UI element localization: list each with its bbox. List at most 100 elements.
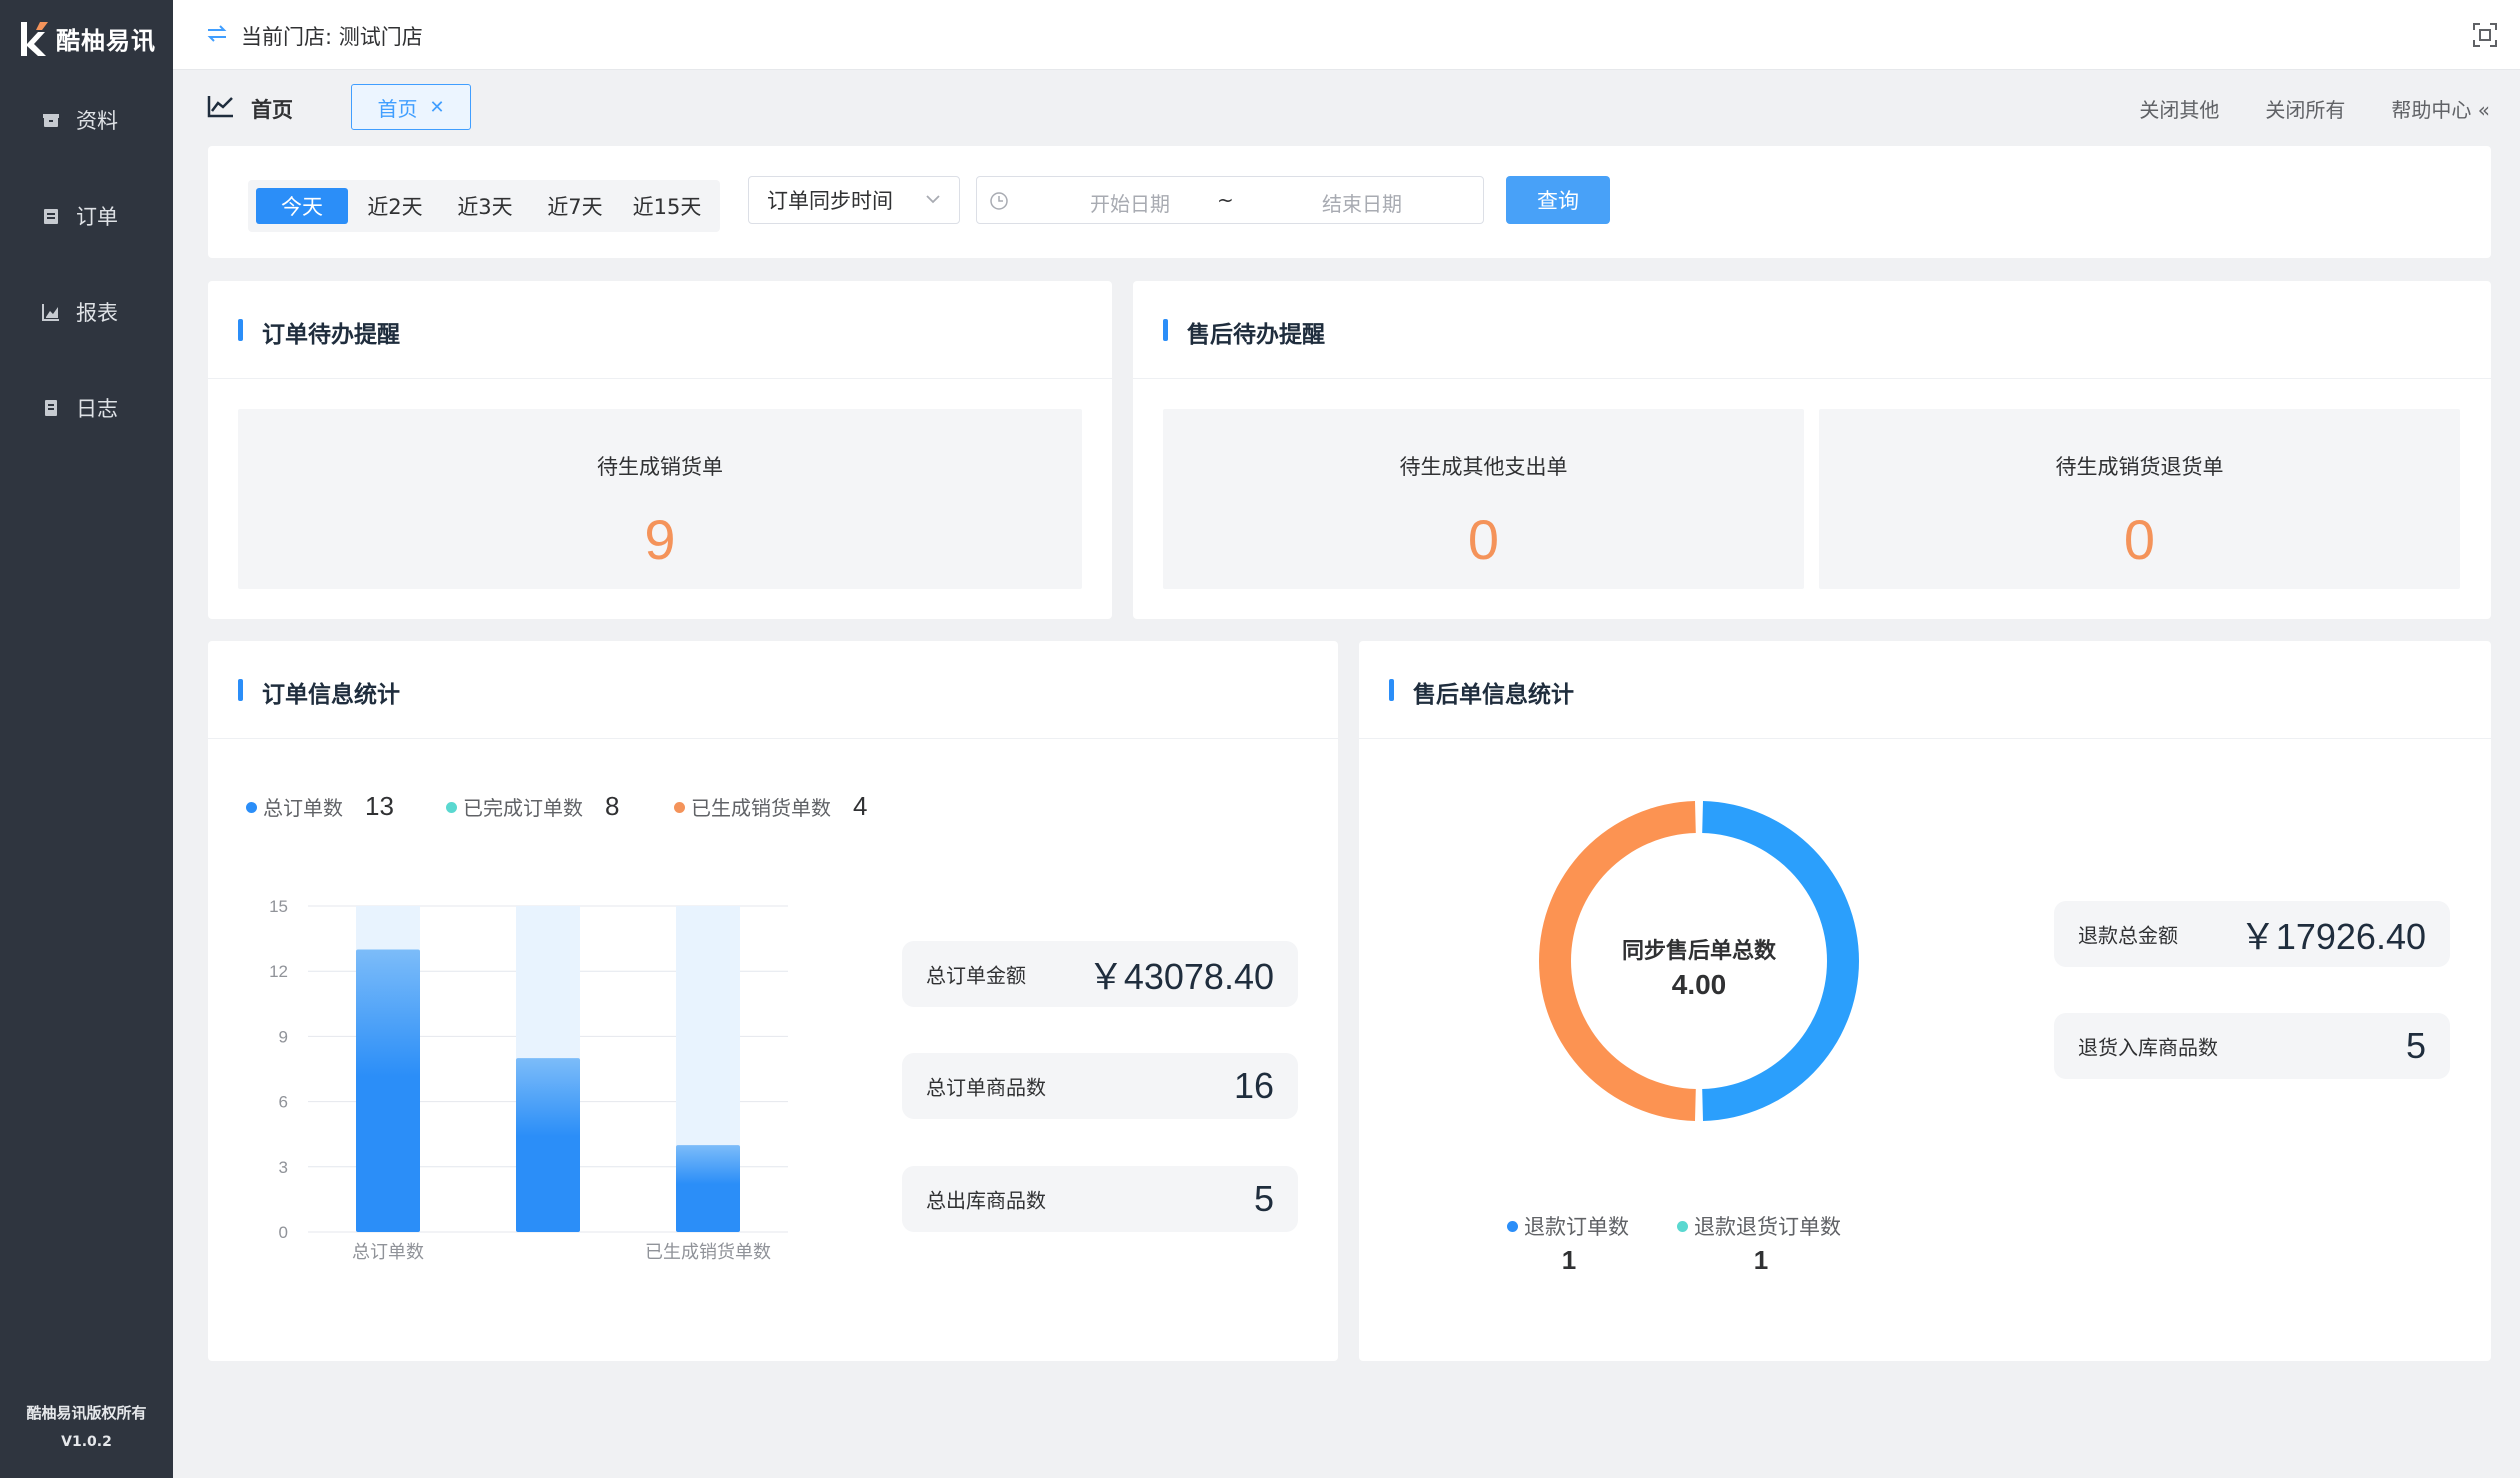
- y-tick-label: 12: [269, 962, 288, 981]
- legend-value: 1: [1753, 1245, 1769, 1275]
- pill-label: 总订单商品数: [926, 1075, 1046, 1100]
- topbar: 当前门店: 测试门店: [173, 0, 2520, 70]
- range-separator: ~: [1217, 188, 1234, 212]
- aftersale-stats-card: 售后单信息统计 同步售后单总数 4.00 退款订单数 1 退款退货订单数 1 退…: [1359, 641, 2491, 1361]
- tab-actions: 关闭其他 关闭所有 帮助中心 «: [2139, 94, 2490, 123]
- sidebar-item-resources[interactable]: 资料: [0, 90, 173, 150]
- logo-icon: [21, 22, 48, 56]
- start-date-input[interactable]: 开始日期: [1055, 188, 1205, 217]
- pill-label: 退货入库商品数: [2078, 1035, 2218, 1060]
- order-bar-chart: 0 3 6 9 12 15 总订单数 已生成销货单数: [269, 897, 788, 1263]
- time-type-select[interactable]: 订单同步时间: [748, 176, 960, 224]
- x-tick-label: 已生成销货单数: [645, 1242, 771, 1263]
- pill-value: ￥43078.40: [1087, 956, 1274, 997]
- y-tick-label: 0: [279, 1223, 288, 1242]
- sidebar-item-orders[interactable]: 订单: [0, 186, 173, 246]
- pill-outbound-items: 总出库商品数 5: [902, 1166, 1298, 1232]
- tile-value: 0: [1467, 508, 1500, 571]
- card-title: 订单信息统计: [238, 675, 400, 709]
- aftersale-todo-card: 售后待办提醒 待生成其他支出单 0 待生成销货退货单 0: [1133, 281, 2491, 619]
- tabs-bar: 首页 首页 ✕ 关闭其他 关闭所有 帮助中心 «: [173, 70, 2520, 144]
- logo[interactable]: 酷柚易讯: [18, 16, 158, 60]
- legend-dot: [446, 802, 457, 813]
- help-center-button[interactable]: 帮助中心 «: [2391, 94, 2490, 123]
- legend-dot: [1677, 1220, 1688, 1232]
- sidebar-item-label: 订单: [76, 205, 118, 229]
- close-others-button[interactable]: 关闭其他: [2139, 94, 2219, 123]
- sidebar: 酷柚易讯 资料 订单 报表 日志 酷柚易讯版权所有 V1.0.2: [0, 0, 173, 1478]
- bar-chart-icon: [42, 304, 59, 321]
- range-3days-button[interactable]: 近3天: [442, 188, 528, 224]
- legend-refund-return-orders: 退款退货订单数: [1677, 1211, 1841, 1241]
- legend-label: 已生成销货单数: [691, 796, 831, 820]
- x-tick-label: 总订单数: [352, 1242, 424, 1263]
- sidebar-item-label: 资料: [76, 109, 118, 133]
- sidebar-item-label: 报表: [76, 301, 118, 325]
- legend-total-orders: 总订单数 13: [246, 791, 394, 822]
- y-tick-label: 9: [279, 1027, 288, 1046]
- bar: [516, 1058, 580, 1232]
- switch-store-icon[interactable]: [205, 22, 229, 46]
- legend-value: 13: [365, 791, 394, 821]
- legend-sales-orders: 已生成销货单数 4: [674, 791, 867, 822]
- pill-total-amount: 总订单金额 ￥43078.40: [902, 941, 1298, 1007]
- legend-value: 1: [1561, 1245, 1577, 1275]
- range-2days-button[interactable]: 近2天: [352, 188, 438, 224]
- sidebar-item-reports[interactable]: 报表: [0, 282, 173, 342]
- tile-label: 待生成销货单: [597, 455, 723, 479]
- tile-label: 待生成其他支出单: [1399, 455, 1568, 479]
- select-value: 订单同步时间: [767, 189, 893, 213]
- legend-dot: [246, 802, 257, 813]
- y-tick-label: 3: [279, 1158, 288, 1177]
- logo-text: 酷柚易讯: [56, 26, 156, 55]
- close-icon[interactable]: ✕: [429, 97, 444, 118]
- order-todo-card: 订单待办提醒 待生成销货单 9: [208, 281, 1112, 619]
- box-icon: [43, 114, 59, 127]
- pill-label: 总出库商品数: [926, 1188, 1046, 1213]
- range-15days-button[interactable]: 近15天: [622, 188, 712, 224]
- version-text: V1.0.2: [61, 1434, 112, 1450]
- end-date-input[interactable]: 结束日期: [1287, 188, 1437, 217]
- range-today-button[interactable]: 今天: [256, 188, 348, 224]
- bar: [356, 949, 420, 1232]
- divider: [1133, 378, 2491, 379]
- pill-value: ￥17926.40: [2239, 916, 2426, 957]
- range-7days-button[interactable]: 近7天: [532, 188, 618, 224]
- tile-label: 待生成销货退货单: [2055, 455, 2224, 479]
- legend-label: 总订单数: [263, 796, 343, 820]
- current-store-label[interactable]: 当前门店: 测试门店: [241, 21, 423, 51]
- card-title: 订单待办提醒: [238, 315, 400, 349]
- query-button[interactable]: 查询: [1506, 176, 1610, 224]
- y-tick-label: 6: [279, 1093, 288, 1112]
- clock-icon: [990, 192, 1008, 210]
- tab-home[interactable]: 首页 ✕: [351, 84, 471, 130]
- copyright-text: 酷柚易讯版权所有: [26, 1404, 147, 1422]
- card-title: 售后待办提醒: [1163, 315, 1325, 349]
- dashboard-trend-icon: [207, 96, 233, 118]
- legend-label: 退款订单数: [1524, 1215, 1629, 1239]
- page-title: 首页: [251, 98, 293, 122]
- legend-label: 已完成订单数: [463, 796, 583, 820]
- pill-value: 16: [1233, 1065, 1274, 1106]
- clipboard-icon: [44, 209, 58, 224]
- date-range-picker[interactable]: 开始日期 ~ 结束日期: [976, 176, 1484, 224]
- pending-sales-return-tile[interactable]: 待生成销货退货单 0: [1819, 409, 2460, 589]
- pill-refund-amount: 退款总金额 ￥17926.40: [2054, 901, 2450, 967]
- filter-card: 今天 近2天 近3天 近7天 近15天 订单同步时间 开始日期 ~ 结束日期 查…: [208, 146, 2491, 258]
- y-tick-label: 15: [269, 897, 288, 916]
- donut-center-label: 同步售后单总数: [1621, 939, 1776, 964]
- fullscreen-icon[interactable]: [2472, 22, 2498, 48]
- donut-center-value: 4.00: [1671, 969, 1727, 1000]
- tile-value: 9: [644, 508, 676, 571]
- pill-value: 5: [1253, 1178, 1274, 1219]
- pending-sales-order-tile[interactable]: 待生成销货单 9: [238, 409, 1082, 589]
- legend-value: 8: [605, 791, 620, 821]
- legend-completed-orders: 已完成订单数 8: [446, 791, 619, 822]
- bar: [676, 1145, 740, 1232]
- divider: [1359, 738, 2491, 739]
- pill-return-items: 退货入库商品数 5: [2054, 1013, 2450, 1079]
- close-all-button[interactable]: 关闭所有: [2265, 94, 2345, 123]
- sidebar-item-logs[interactable]: 日志: [0, 378, 173, 438]
- pending-other-expense-tile[interactable]: 待生成其他支出单 0: [1163, 409, 1804, 589]
- pill-value: 5: [2405, 1025, 2426, 1066]
